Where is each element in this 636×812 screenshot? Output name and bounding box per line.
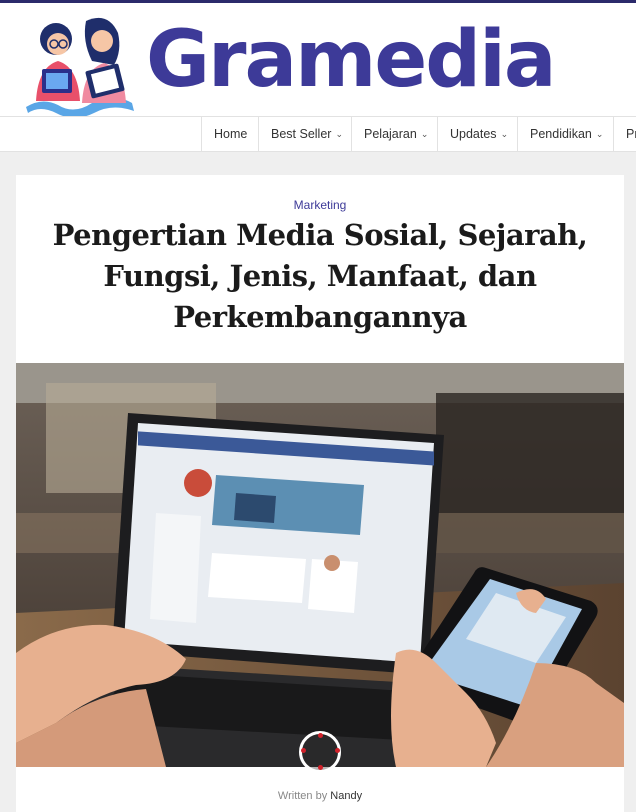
chevron-down-icon: ⌄ [420, 129, 429, 139]
chevron-down-icon: ⌄ [595, 129, 604, 139]
article-card: Marketing Pengertian Media Sosial, Sejar… [16, 175, 624, 812]
mascot-logo-icon[interactable] [22, 11, 144, 119]
chevron-down-icon: ⌄ [335, 129, 343, 139]
byline-prefix: Written by [277, 790, 328, 802]
nav-pelajaran-label: Pelajaran [364, 127, 417, 141]
nav-best-seller[interactable]: Best Seller ⌄ [258, 117, 352, 151]
article-category-link[interactable]: Marketing [16, 198, 624, 212]
nav-more-label: Pr [626, 127, 636, 141]
site-logo[interactable]: Gramedia [146, 5, 557, 115]
nav-home[interactable]: Home [201, 117, 259, 151]
article-byline: Written by Nandy [16, 790, 624, 802]
nav-pelajaran[interactable]: Pelajaran ⌄ [351, 117, 438, 151]
site-header: Gramedia [0, 3, 636, 119]
nav-pendidikan-label: Pendidikan [530, 127, 592, 141]
nav-more[interactable]: Pr [613, 117, 636, 151]
article-featured-image [16, 363, 624, 767]
main-navigation: Home Best Seller ⌄ Pelajaran ⌄ Updates ⌄ Pe… [0, 116, 636, 152]
article-title: Pengertian Media Sosial, Sejarah, Fungsi… [52, 218, 588, 334]
chevron-down-icon: ⌄ [500, 129, 509, 139]
author-link[interactable]: Nandy [330, 790, 362, 802]
nav-home-label: Home [214, 127, 248, 141]
nav-best-seller-label: Best Seller [271, 127, 332, 141]
loading-spinner-icon [299, 731, 341, 773]
nav-updates[interactable]: Updates ⌄ [437, 117, 518, 151]
nav-pendidikan[interactable]: Pendidikan ⌄ [517, 117, 614, 151]
nav-updates-label: Updates [450, 127, 497, 141]
